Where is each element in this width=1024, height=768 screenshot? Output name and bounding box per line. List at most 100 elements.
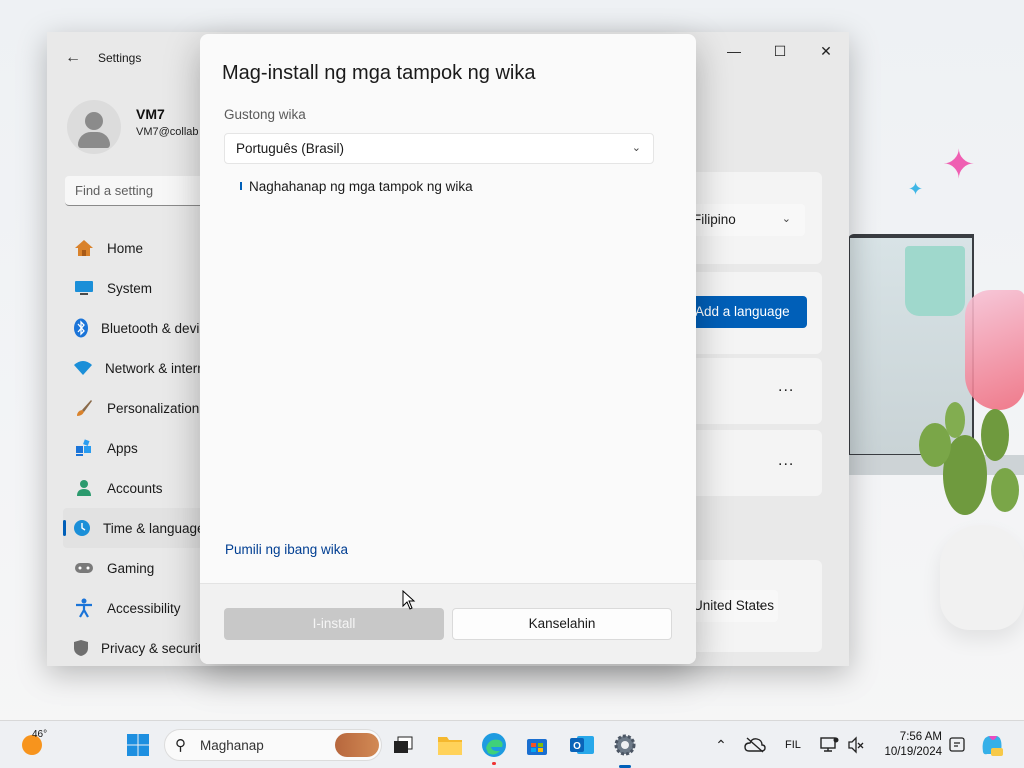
choose-other-language-link[interactable]: Pumili ng ibang wika: [225, 542, 348, 557]
minimize-button[interactable]: —: [711, 40, 757, 62]
onedrive-button[interactable]: [741, 731, 769, 759]
sidebar-item-home[interactable]: Home: [63, 228, 203, 268]
monitor-network-icon: [820, 737, 839, 752]
copilot-icon: [982, 736, 1003, 756]
apps-icon: [73, 437, 95, 459]
dialog-title: Mag-install ng mga tampok ng wika: [222, 62, 536, 84]
network-status-button[interactable]: [816, 731, 844, 759]
person-icon: [73, 477, 95, 499]
monitor-icon: [73, 277, 95, 299]
edge-icon: [482, 733, 506, 757]
chevron-down-icon: ⌄: [756, 599, 766, 611]
region-select[interactable]: United States ⌄: [683, 590, 778, 622]
date: 10/19/2024: [884, 746, 942, 758]
edge-browser-button[interactable]: [480, 731, 508, 759]
microsoft-store-button[interactable]: [523, 731, 551, 759]
chevron-up-icon: ⌃: [715, 736, 727, 753]
wallpaper-cone: [965, 290, 1024, 410]
sidebar-item-label: System: [107, 280, 153, 296]
back-arrow-icon[interactable]: ←: [65, 49, 81, 67]
folder-icon: [438, 737, 462, 755]
copilot-button[interactable]: [978, 731, 1006, 759]
show-hidden-icons-button[interactable]: ⌃: [707, 731, 735, 759]
sidebar-item-apps[interactable]: Apps: [63, 428, 203, 468]
sidebar-item-label: Accessibility: [107, 600, 181, 616]
sidebar-nav: Home System Bluetooth & devices Network …: [63, 228, 203, 668]
sparkle-icon: ✦: [908, 179, 924, 199]
more-options-button[interactable]: ...: [778, 452, 794, 470]
store-icon: [527, 739, 547, 755]
cancel-button[interactable]: Kanselahin: [452, 608, 672, 640]
sidebar-item-label: Privacy & security: [101, 640, 203, 656]
gamepad-icon: [73, 557, 95, 579]
wallpaper-pot: [940, 525, 1024, 630]
sidebar-item-time-language[interactable]: Time & language: [63, 508, 203, 548]
volume-button[interactable]: [842, 731, 870, 759]
close-button[interactable]: ✕: [803, 40, 849, 62]
windows-logo-icon: [127, 734, 149, 756]
sidebar-item-label: Bluetooth & devices: [101, 320, 203, 336]
install-language-dialog: Mag-install ng mga tampok ng wika Guston…: [200, 34, 696, 664]
sidebar-item-label: Network & internet: [105, 360, 203, 376]
taskbar: 46° ⚲ Maghanap O ⌃ FIL 7:56 AM 10/19/202…: [0, 720, 1024, 768]
window-title: Settings: [98, 51, 142, 65]
speaker-muted-icon: [848, 736, 864, 754]
brush-icon: [73, 397, 95, 419]
sidebar-item-personalization[interactable]: Personalization: [63, 388, 203, 428]
sidebar-item-label: Apps: [107, 440, 138, 456]
outlook-icon: O: [570, 736, 594, 754]
user-icon: [85, 112, 103, 130]
preferred-language-label: Gustong wika: [224, 107, 306, 122]
install-button[interactable]: I-install: [224, 608, 444, 640]
settings-taskbar-button[interactable]: [611, 731, 639, 759]
globe-clock-icon: [73, 517, 91, 539]
searching-status: Naghahanap ng mga tampok ng wika: [249, 179, 473, 194]
sidebar-item-bluetooth[interactable]: Bluetooth & devices: [63, 308, 203, 348]
sidebar-item-label: Accounts: [107, 480, 163, 496]
time: 7:56 AM: [899, 731, 942, 743]
home-icon: [73, 237, 95, 259]
maximize-button[interactable]: ☐: [757, 40, 803, 62]
more-options-button[interactable]: ...: [778, 378, 794, 396]
wallpaper-cactus: [919, 402, 1019, 515]
shield-icon: [73, 637, 89, 659]
cloud-offline-icon: [744, 737, 766, 753]
preferred-language-select[interactable]: Português (Brasil) ⌄: [224, 133, 654, 164]
sidebar-item-accessibility[interactable]: Accessibility: [63, 588, 203, 628]
start-button[interactable]: [124, 731, 152, 759]
chevron-down-icon: ⌄: [631, 142, 641, 154]
user-name: VM7: [136, 106, 165, 122]
sparkle-icon: ✦: [942, 143, 976, 187]
svg-text:O: O: [573, 741, 581, 752]
sidebar-item-gaming[interactable]: Gaming: [63, 548, 203, 588]
sidebar-item-label: Personalization: [107, 400, 200, 416]
chevron-down-icon: ⌄: [781, 213, 791, 225]
search-icon: ⚲: [175, 737, 186, 754]
notification-dot: [492, 762, 496, 765]
taskbar-search[interactable]: ⚲ Maghanap: [164, 729, 382, 761]
mouse-cursor-icon: [402, 590, 416, 610]
display-language-select[interactable]: Filipino ⌄: [683, 204, 805, 236]
outlook-button[interactable]: O: [568, 731, 596, 759]
task-view-icon: [394, 736, 413, 753]
add-language-button[interactable]: Add a language: [683, 296, 807, 328]
search-highlight-image: [335, 733, 379, 757]
file-explorer-button[interactable]: [436, 731, 464, 759]
task-view-button[interactable]: [389, 731, 417, 759]
notification-bell-icon: [949, 737, 965, 752]
sidebar-item-accounts[interactable]: Accounts: [63, 468, 203, 508]
sidebar-item-privacy[interactable]: Privacy & security: [63, 628, 203, 668]
sidebar-item-label: Time & language: [103, 520, 203, 536]
sidebar-item-system[interactable]: System: [63, 268, 203, 308]
clock[interactable]: 7:56 AM 10/19/2024: [874, 730, 942, 760]
sidebar-item-network[interactable]: Network & internet: [63, 348, 203, 388]
avatar[interactable]: [67, 100, 121, 154]
temperature: 46°: [32, 729, 48, 740]
wallpaper-plant: [905, 246, 965, 316]
loading-spinner-icon: [240, 182, 244, 190]
notifications-button[interactable]: [943, 731, 971, 759]
sidebar-item-label: Gaming: [107, 560, 155, 576]
wifi-icon: [73, 357, 93, 379]
input-language-indicator[interactable]: FIL: [785, 739, 801, 751]
bluetooth-icon: [73, 317, 89, 339]
